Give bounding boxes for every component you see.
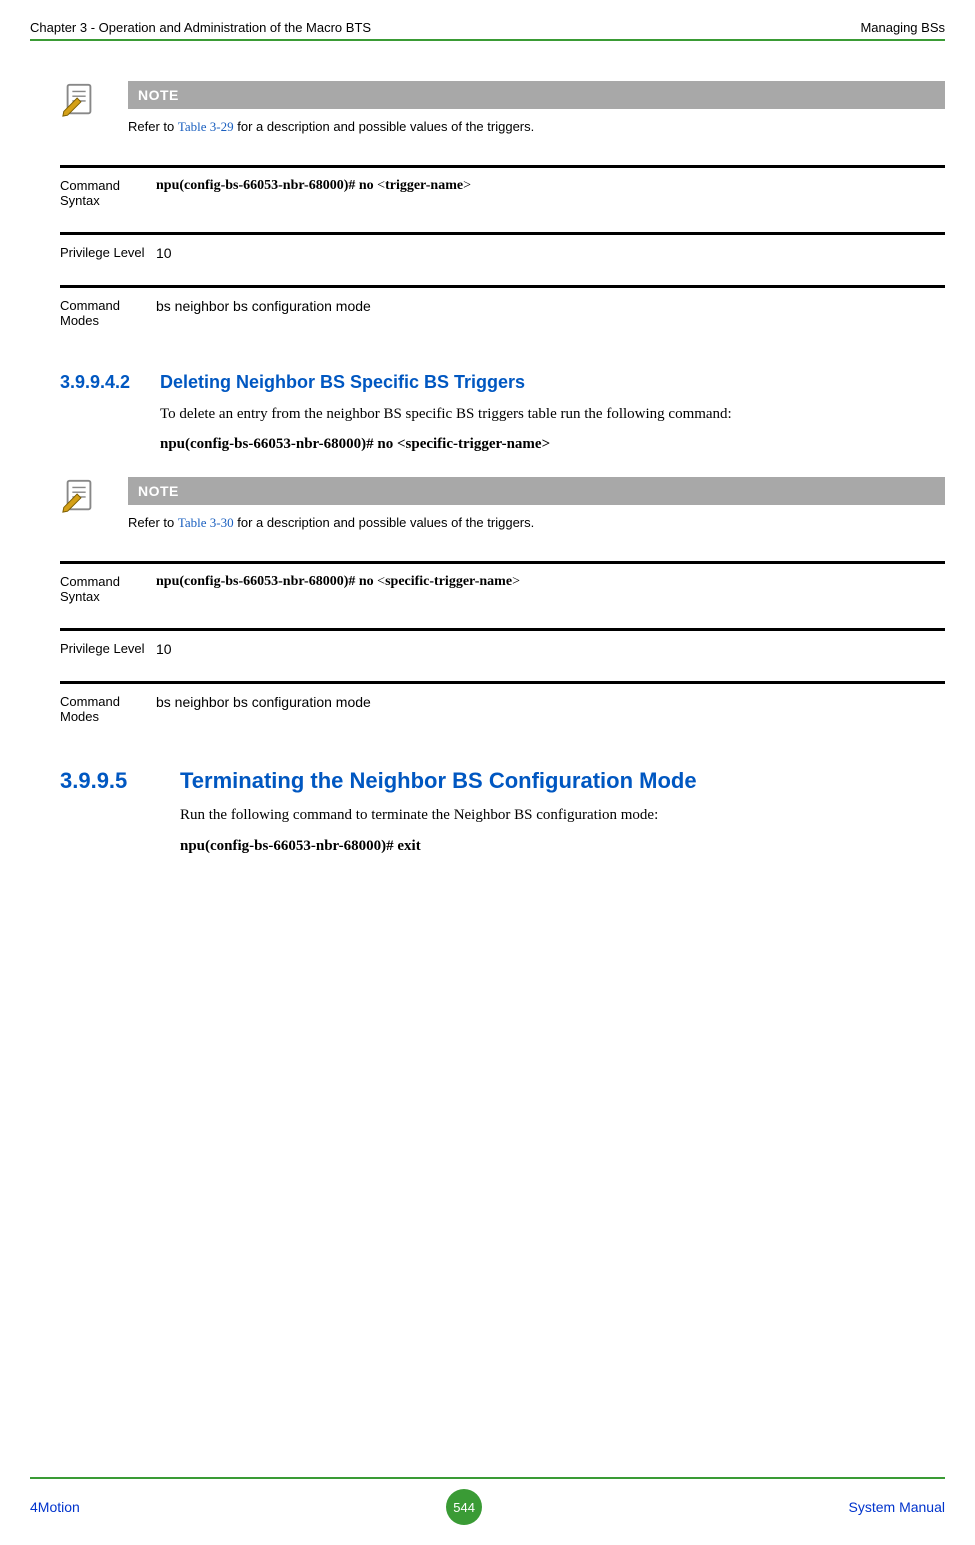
table-row: Command Syntax npu(config-bs-66053-nbr-6… bbox=[60, 165, 945, 232]
privilege-value: 10 bbox=[156, 245, 945, 261]
privilege-value: 10 bbox=[156, 641, 945, 657]
note-label: NOTE bbox=[128, 81, 945, 109]
note-block: NOTE Refer to Table 3-29 for a descripti… bbox=[60, 81, 945, 135]
syntax-prefix: npu(config-bs-66053-nbr-68000)# no bbox=[156, 178, 377, 193]
cmd-word: exit bbox=[397, 838, 420, 854]
section-heading: 3.9.9.5 Terminating the Neighbor BS Conf… bbox=[60, 768, 945, 794]
command-line: npu(config-bs-66053-nbr-68000)# exit bbox=[180, 838, 945, 855]
table-row: Command Modes bs neighbor bs configurati… bbox=[60, 681, 945, 748]
note-text-post: for a description and possible values of… bbox=[234, 515, 535, 530]
modes-label: Command Modes bbox=[60, 298, 156, 328]
command-line: npu(config-bs-66053-nbr-68000)# no <spec… bbox=[160, 436, 945, 453]
note-label: NOTE bbox=[128, 477, 945, 505]
note-icon bbox=[60, 477, 98, 515]
syntax-param: trigger-name bbox=[385, 178, 463, 193]
footer-page-number: 544 bbox=[446, 1489, 482, 1525]
section-title: Deleting Neighbor BS Specific BS Trigger… bbox=[160, 372, 945, 393]
header-section: Managing BSs bbox=[860, 20, 945, 35]
modes-value: bs neighbor bs configuration mode bbox=[156, 298, 945, 328]
syntax-gt: > bbox=[463, 178, 471, 193]
syntax-value: npu(config-bs-66053-nbr-68000)# no <spec… bbox=[156, 574, 945, 604]
modes-value: bs neighbor bs configuration mode bbox=[156, 694, 945, 724]
footer-product: 4Motion bbox=[30, 1499, 80, 1515]
header-chapter: Chapter 3 - Operation and Administration… bbox=[30, 20, 371, 35]
syntax-label: Command Syntax bbox=[60, 178, 156, 208]
table-row: Privilege Level 10 bbox=[60, 232, 945, 285]
page-header: Chapter 3 - Operation and Administration… bbox=[30, 20, 945, 41]
cmd-hash: # bbox=[386, 838, 397, 854]
table-row: Command Modes bs neighbor bs configurati… bbox=[60, 285, 945, 352]
cmd-prefix: npu(config-bs-66053-nbr-68000) bbox=[180, 838, 386, 854]
syntax-label: Command Syntax bbox=[60, 574, 156, 604]
privilege-label: Privilege Level bbox=[60, 245, 156, 261]
note-icon bbox=[60, 81, 98, 119]
section-title: Terminating the Neighbor BS Configuratio… bbox=[180, 768, 945, 794]
body-paragraph: To delete an entry from the neighbor BS … bbox=[160, 403, 900, 426]
section-number: 3.9.9.5 bbox=[60, 768, 180, 794]
note-link[interactable]: Table 3-30 bbox=[178, 515, 234, 530]
command-table: Command Syntax npu(config-bs-66053-nbr-6… bbox=[60, 561, 945, 748]
table-row: Command Syntax npu(config-bs-66053-nbr-6… bbox=[60, 561, 945, 628]
syntax-lt: < bbox=[377, 574, 385, 589]
note-link[interactable]: Table 3-29 bbox=[178, 119, 234, 134]
note-body: Refer to Table 3-29 for a description an… bbox=[128, 109, 945, 135]
note-text-pre: Refer to bbox=[128, 119, 178, 134]
page-footer: 4Motion 544 System Manual bbox=[30, 1477, 945, 1545]
section-heading: 3.9.9.4.2 Deleting Neighbor BS Specific … bbox=[60, 372, 945, 393]
note-body: Refer to Table 3-30 for a description an… bbox=[128, 505, 945, 531]
footer-manual: System Manual bbox=[849, 1499, 945, 1515]
modes-label: Command Modes bbox=[60, 694, 156, 724]
note-text-pre: Refer to bbox=[128, 515, 178, 530]
command-table: Command Syntax npu(config-bs-66053-nbr-6… bbox=[60, 165, 945, 352]
note-text-post: for a description and possible values of… bbox=[234, 119, 535, 134]
table-row: Privilege Level 10 bbox=[60, 628, 945, 681]
syntax-gt: > bbox=[512, 574, 520, 589]
syntax-lt: < bbox=[377, 178, 385, 193]
syntax-prefix: npu(config-bs-66053-nbr-68000)# no bbox=[156, 574, 377, 589]
privilege-label: Privilege Level bbox=[60, 641, 156, 657]
section-number: 3.9.9.4.2 bbox=[60, 372, 160, 393]
body-paragraph: Run the following command to terminate t… bbox=[180, 804, 920, 827]
note-block: NOTE Refer to Table 3-30 for a descripti… bbox=[60, 477, 945, 531]
syntax-param: specific-trigger-name bbox=[385, 574, 512, 589]
syntax-value: npu(config-bs-66053-nbr-68000)# no <trig… bbox=[156, 178, 945, 208]
